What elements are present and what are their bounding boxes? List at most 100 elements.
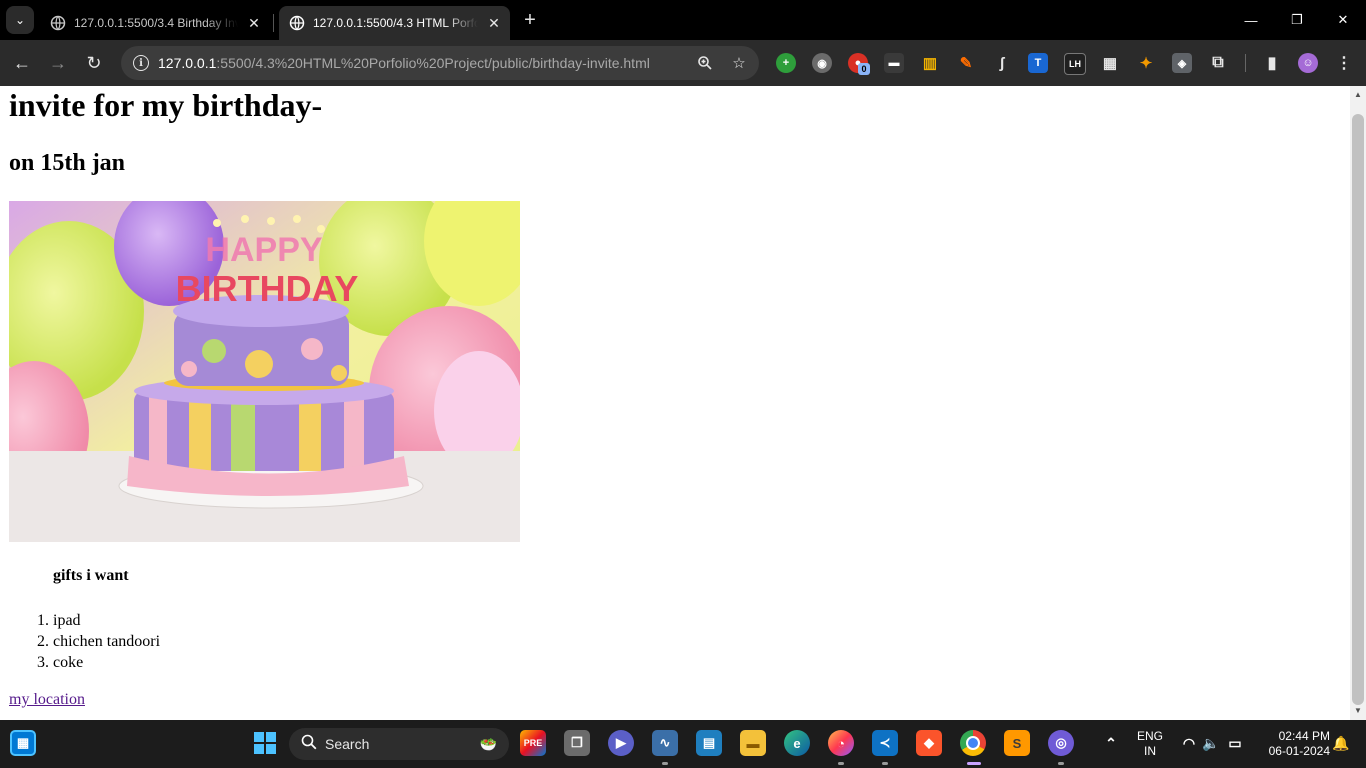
list-item: chichen tandoori xyxy=(53,631,160,652)
page-title: invite for my birthday- xyxy=(9,87,323,123)
url-text[interactable]: 127.0.0.1:5500/4.3%20HTML%20Porfolio%20P… xyxy=(158,55,691,71)
adblock-extension-icon[interactable]: ●0 xyxy=(848,53,870,75)
svg-text:HAPPY: HAPPY xyxy=(205,231,322,269)
edge-icon[interactable]: e xyxy=(784,730,810,756)
minimize-icon: — xyxy=(1244,12,1258,28)
gifts-heading: gifts i want xyxy=(53,567,129,584)
location-link[interactable]: my location xyxy=(9,691,85,709)
list-item: coke xyxy=(53,652,160,673)
side-panel-icon[interactable]: ▮ xyxy=(1262,53,1282,73)
close-window-button[interactable]: ✕ xyxy=(1320,0,1366,40)
close-icon: ✕ xyxy=(1337,12,1349,27)
audit-extension-icon[interactable]: ▦ xyxy=(1100,53,1120,73)
close-icon[interactable]: ✕ xyxy=(244,13,264,33)
tab-portfolio-project[interactable]: 127.0.0.1:5500/4.3 HTML Porfolio Project… xyxy=(279,6,510,40)
arrow-left-icon: ← xyxy=(13,52,31,73)
tab-divider xyxy=(273,14,274,32)
bookmark-star-icon[interactable]: ☆ xyxy=(725,49,753,77)
rocket-extension-icon[interactable]: ✦ xyxy=(1136,53,1156,73)
file-explorer-icon[interactable]: ▬ xyxy=(740,730,766,756)
restore-icon: ❐ xyxy=(1291,12,1303,27)
list-item: ipad xyxy=(53,610,160,631)
chrome-icon[interactable] xyxy=(960,730,986,756)
running-indicator xyxy=(838,762,844,765)
search-highlight-icon: 🥗 xyxy=(479,735,497,752)
copilot-icon[interactable]: PRE xyxy=(520,730,546,756)
widgets-icon[interactable]: ▦ xyxy=(10,730,36,756)
puzzle-icon[interactable]: ⧉ xyxy=(1208,53,1228,73)
running-indicator xyxy=(662,762,668,765)
tab-title: 127.0.0.1:5500/4.3 HTML Porfolio Project xyxy=(313,16,478,30)
birthday-cake-image: HAPPY BIRTHDAY xyxy=(9,201,520,542)
search-icon xyxy=(301,734,317,754)
resource-monitor-icon[interactable]: ∿ xyxy=(652,730,678,756)
firefox-icon[interactable]: ◔ xyxy=(828,730,854,756)
scroll-up-icon[interactable]: ▲ xyxy=(1353,90,1363,99)
owl-extension-icon[interactable]: ◉ xyxy=(812,53,832,73)
scroll-down-icon[interactable]: ▼ xyxy=(1353,706,1363,715)
page-scrollbar[interactable]: ▲ ▼ xyxy=(1350,86,1366,720)
lh-extension-icon[interactable]: LH xyxy=(1064,53,1086,75)
stats-extension-icon[interactable]: ▥ xyxy=(920,53,940,73)
clock-time: 02:44 PM xyxy=(1278,729,1330,743)
plus-icon: + xyxy=(524,8,536,31)
url-host: 127.0.0.1 xyxy=(158,55,217,71)
chevron-down-icon: ⌄ xyxy=(14,13,26,27)
globe-icon xyxy=(50,15,66,31)
menu-kebab-icon[interactable]: ⋮ xyxy=(1334,53,1354,73)
notification-bell-icon[interactable]: 🔔 xyxy=(1328,730,1354,756)
region-code: IN xyxy=(1144,744,1156,758)
battery-icon[interactable]: ▭ xyxy=(1222,730,1248,756)
language-code: ENG xyxy=(1136,729,1163,743)
party-date-heading: on 15th jan xyxy=(9,150,126,176)
toolbar-divider xyxy=(1245,54,1246,72)
reload-icon: ↻ xyxy=(86,52,102,73)
volume-icon[interactable]: 🔈 xyxy=(1198,730,1224,756)
reload-button[interactable]: ↻ xyxy=(78,47,110,79)
text-extension-icon[interactable]: T xyxy=(1028,53,1048,73)
back-button[interactable]: ← xyxy=(6,47,38,79)
page-viewport: invite for my birthday- on 15th jan HAPP… xyxy=(0,86,1350,720)
globe-icon xyxy=(289,15,305,31)
tab-search-button[interactable]: ⌄ xyxy=(6,6,34,34)
teams-chat-icon[interactable]: ▶ xyxy=(608,730,634,756)
extension-badge: 0 xyxy=(858,63,870,75)
taskbar-search[interactable]: Search 🥗 xyxy=(289,728,509,760)
tab-birthday-invite[interactable]: 127.0.0.1:5500/3.4 Birthday Invite ✕ xyxy=(40,6,270,40)
url-path: :5500/4.3%20HTML%20Porfolio%20Project/pu… xyxy=(216,55,650,71)
svg-text:BIRTHDAY: BIRTHDAY xyxy=(176,268,359,309)
capture-extension-icon[interactable]: ▬ xyxy=(884,53,904,73)
language-indicator[interactable]: ENG IN xyxy=(1134,729,1166,759)
windows-taskbar: ▦ Search 🥗 PRE ❐ ▶ ∿ ▤ ▬ e ◔ ≺ ◆ S ◎ ⌃ E… xyxy=(0,720,1366,768)
tor-browser-icon[interactable]: ◎ xyxy=(1048,730,1074,756)
task-view-icon[interactable]: ❐ xyxy=(564,730,590,756)
close-icon[interactable]: ✕ xyxy=(484,13,504,33)
tab-strip: ⌄ 127.0.0.1:5500/3.4 Birthday Invite ✕ 1… xyxy=(0,0,1366,40)
running-indicator xyxy=(882,762,888,765)
scrollbar-thumb[interactable] xyxy=(1352,114,1364,705)
sublime-text-icon[interactable]: S xyxy=(1004,730,1030,756)
forward-button[interactable]: → xyxy=(42,47,74,79)
vscode-icon[interactable]: ≺ xyxy=(872,730,898,756)
brave-icon[interactable]: ◆ xyxy=(916,730,942,756)
browser-toolbar: ← → ↻ i 127.0.0.1:5500/4.3%20HTML%20Porf… xyxy=(0,40,1366,86)
zoom-icon[interactable] xyxy=(691,49,719,77)
stylus-extension-icon[interactable]: ʃ xyxy=(992,53,1012,73)
shield-extension-icon[interactable]: ◈ xyxy=(1172,53,1192,73)
address-bar[interactable]: i 127.0.0.1:5500/4.3%20HTML%20Porfolio%2… xyxy=(121,46,759,80)
active-indicator xyxy=(967,762,981,765)
grammar-extension-icon[interactable]: + xyxy=(776,53,796,73)
control-panel-icon[interactable]: ▤ xyxy=(696,730,722,756)
palette-extension-icon[interactable]: ✎ xyxy=(956,53,976,73)
gift-list: ipad chichen tandoori coke xyxy=(0,610,160,673)
tab-title: 127.0.0.1:5500/3.4 Birthday Invite xyxy=(74,16,238,30)
chevron-up-icon[interactable]: ⌃ xyxy=(1098,730,1124,756)
search-label: Search xyxy=(325,736,370,752)
avatar[interactable]: ☺ xyxy=(1298,53,1318,73)
restore-button[interactable]: ❐ xyxy=(1274,0,1320,40)
start-windows-icon[interactable] xyxy=(252,730,278,756)
minimize-button[interactable]: — xyxy=(1228,0,1274,40)
clock[interactable]: 02:44 PM 06-01-2024 xyxy=(1252,729,1330,759)
new-tab-button[interactable]: + xyxy=(518,8,542,32)
site-info-icon[interactable]: i xyxy=(133,55,149,71)
